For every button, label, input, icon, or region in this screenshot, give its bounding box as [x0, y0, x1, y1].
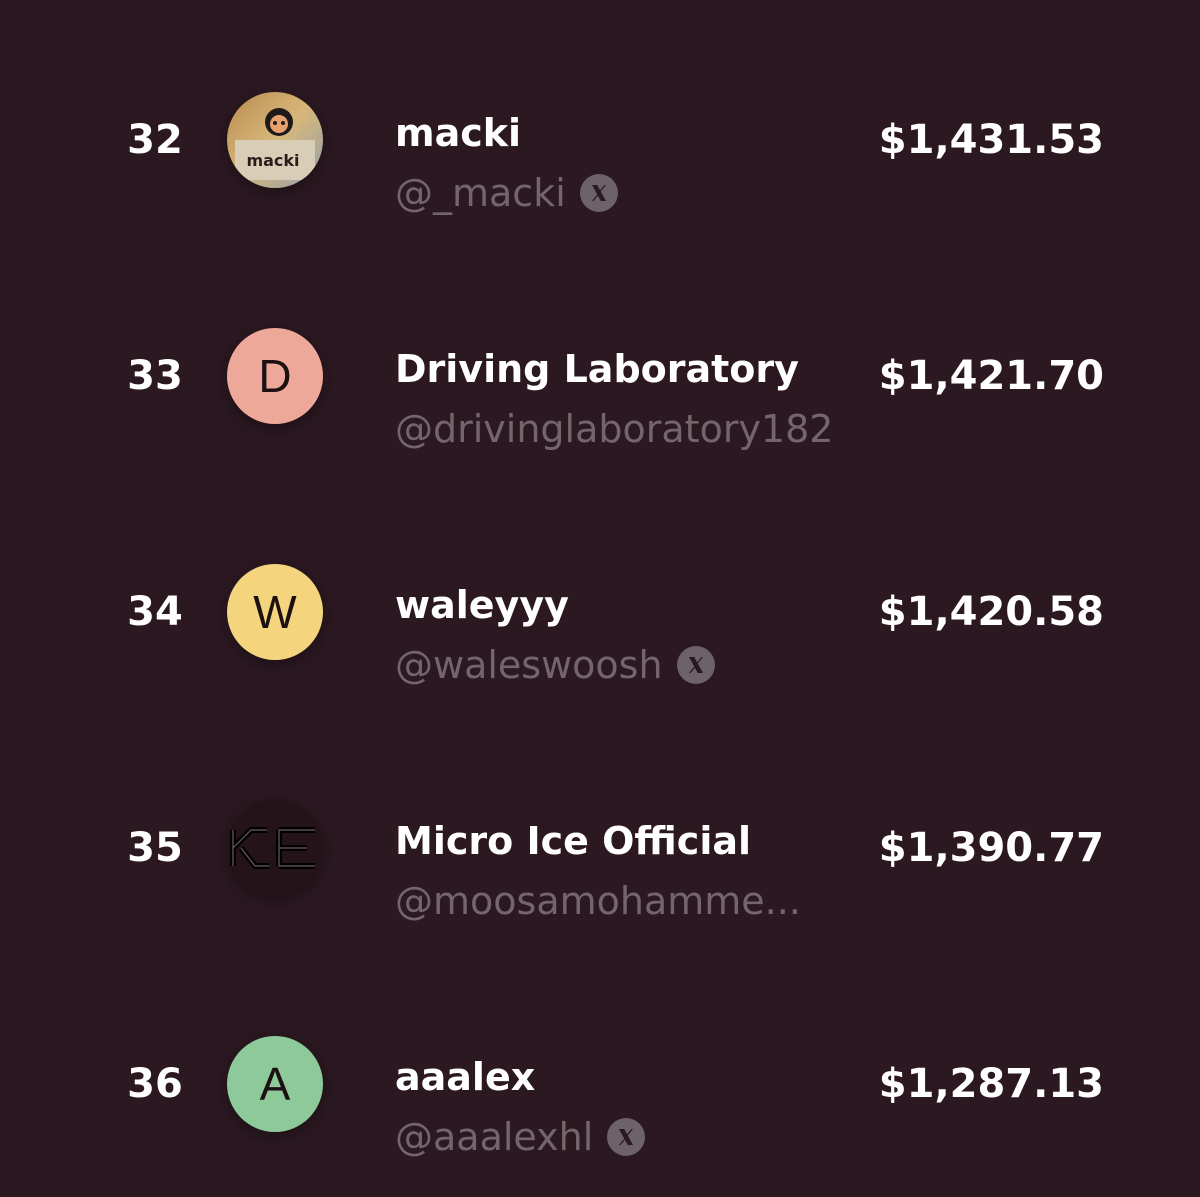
user-handle[interactable]: @drivinglaboratory182 [395, 407, 833, 451]
earnings-amount: $1,420.58 [878, 589, 1104, 635]
x-logo-icon[interactable] [676, 646, 715, 684]
user-display-name[interactable]: Micro Ice Official [395, 818, 751, 864]
user-handle-line: @waleswoosh [395, 640, 715, 690]
user-handle-line: @aaalexhl [395, 1112, 646, 1162]
user-handle-line: @drivinglaboratory182 [395, 404, 833, 454]
earnings-amount: $1,431.53 [878, 117, 1104, 163]
macki-image-avatar: macki [227, 92, 323, 188]
avatar[interactable]: A [227, 1036, 323, 1132]
leaderboard-list: 32 macki macki @_macki $1,431.53 33 D Dr… [0, 0, 1200, 1197]
avatar[interactable]: W [227, 564, 323, 660]
rank-number: 33 [127, 353, 183, 399]
user-display-name[interactable]: waleyyy [395, 582, 569, 628]
user-display-name[interactable]: macki [395, 110, 521, 156]
avatar[interactable]: D [227, 328, 323, 424]
user-handle[interactable]: @waleswoosh [395, 643, 663, 687]
earnings-amount: $1,390.77 [878, 825, 1104, 871]
leaderboard-row[interactable]: 34 W waleyyy @waleswoosh $1,420.58 [0, 494, 1200, 730]
leaderboard-row[interactable]: 32 macki macki @_macki $1,431.53 [0, 22, 1200, 258]
svg-text:macki: macki [246, 151, 299, 170]
micro-ice-logo [227, 800, 323, 896]
rank-number: 35 [127, 825, 183, 871]
x-logo-icon[interactable] [607, 1118, 646, 1156]
user-handle-line: @moosamohamme... [395, 876, 801, 926]
user-display-name[interactable]: aaalex [395, 1054, 535, 1100]
user-handle[interactable]: @aaalexhl [395, 1115, 593, 1159]
rank-number: 32 [127, 117, 183, 163]
rank-number: 36 [127, 1061, 183, 1107]
user-handle[interactable]: @moosamohamme... [395, 879, 801, 923]
avatar-initial: W [253, 586, 297, 638]
earnings-amount: $1,421.70 [878, 353, 1104, 399]
avatar-initial: D [258, 350, 292, 402]
leaderboard-row[interactable]: 33 D Driving Laboratory @drivinglaborato… [0, 258, 1200, 494]
x-logo-icon[interactable] [579, 174, 618, 212]
user-handle[interactable]: @_macki [395, 171, 566, 215]
user-handle-line: @_macki [395, 168, 618, 218]
avatar[interactable]: macki [227, 92, 323, 188]
avatar-initial: A [259, 1058, 291, 1110]
user-display-name[interactable]: Driving Laboratory [395, 346, 799, 392]
leaderboard-row[interactable]: 36 A aaalex @aaalexhl $1,287.13 [0, 966, 1200, 1197]
avatar[interactable] [227, 800, 323, 896]
leaderboard-row[interactable]: 35 Micro Ice Official @moosamohamme... $… [0, 730, 1200, 966]
rank-number: 34 [127, 589, 183, 635]
earnings-amount: $1,287.13 [878, 1061, 1104, 1107]
